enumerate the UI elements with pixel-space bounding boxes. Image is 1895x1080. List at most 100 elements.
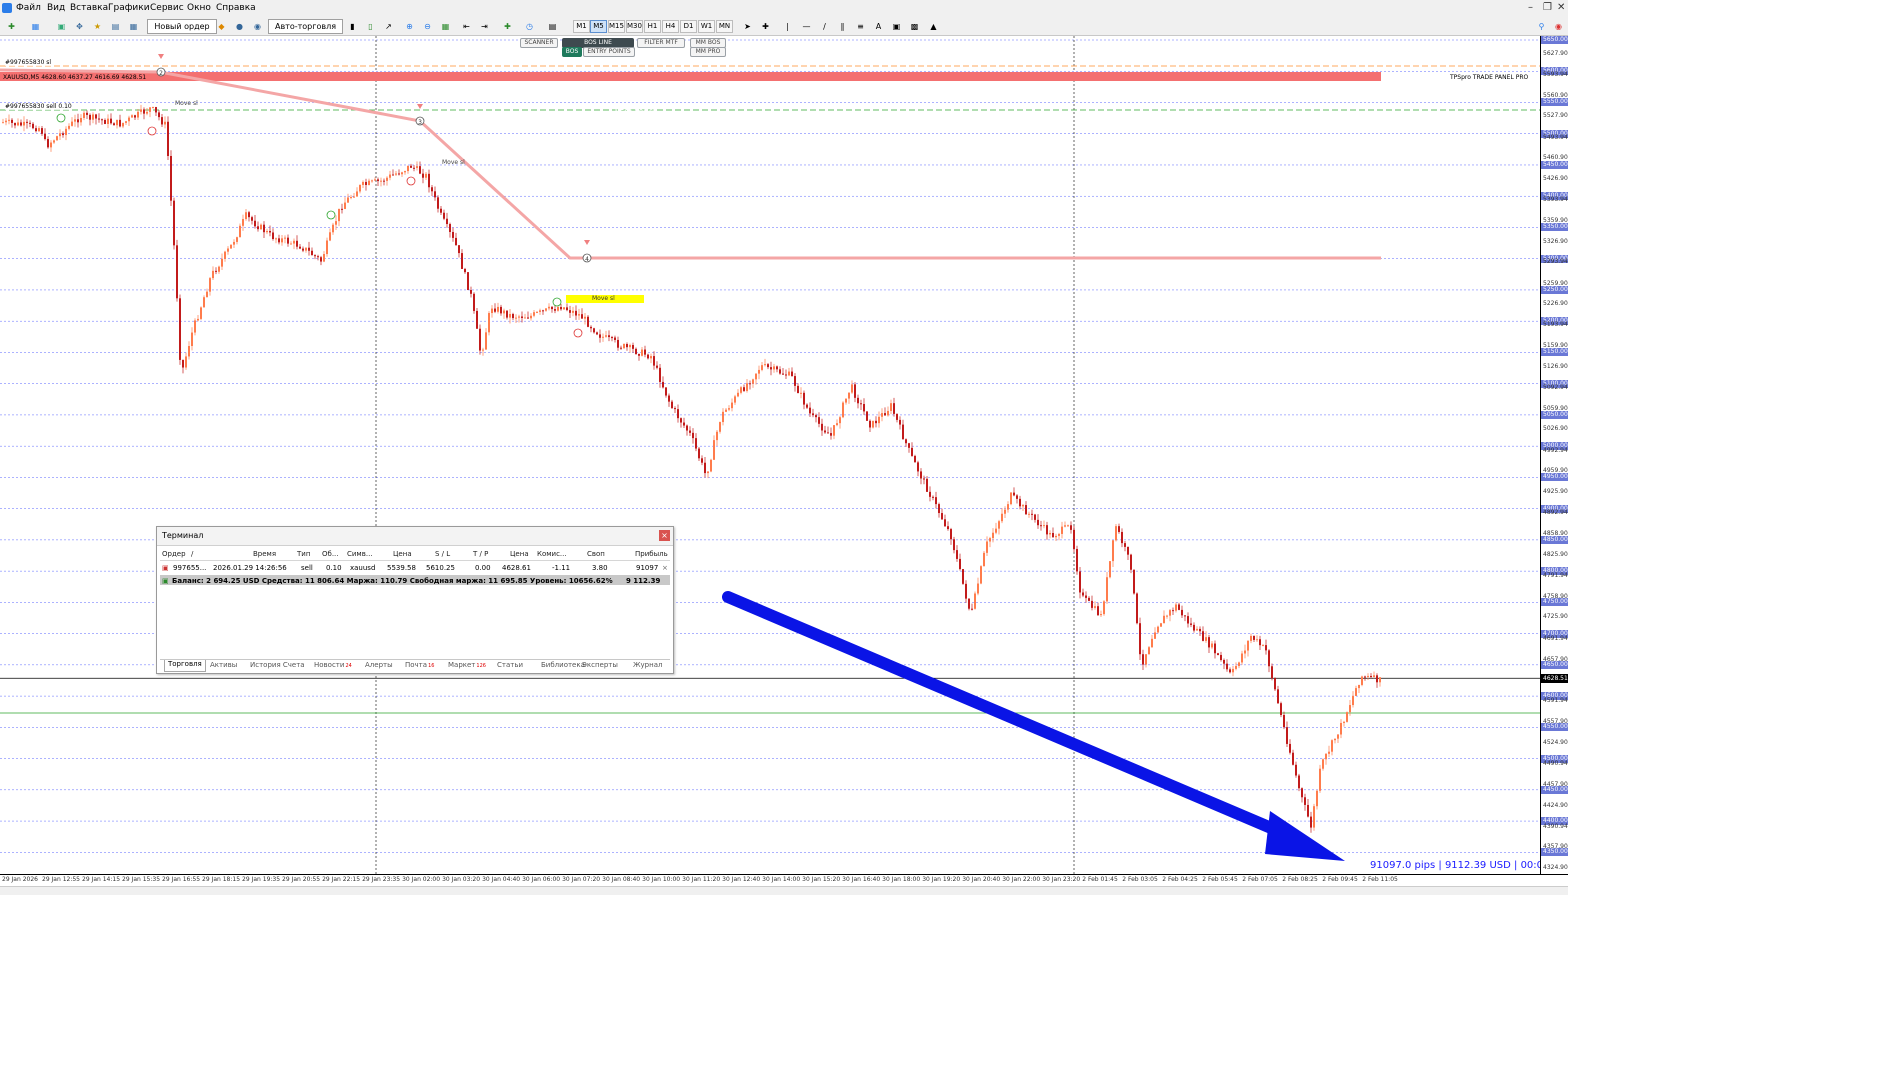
terminal-tab[interactable]: Статьи bbox=[497, 661, 523, 669]
terminal-tab[interactable]: Эксперты bbox=[582, 661, 618, 669]
data-window-icon[interactable]: ✥ bbox=[72, 19, 87, 34]
bos-button[interactable]: BOS bbox=[562, 47, 582, 57]
horizontal-line-icon[interactable]: — bbox=[799, 19, 814, 34]
filter-mtf-button[interactable]: FILTER MTF bbox=[637, 38, 685, 48]
timeframe-mn[interactable]: MN bbox=[716, 20, 733, 33]
move-sl-label-2[interactable]: Move sl bbox=[442, 159, 465, 166]
col-profit[interactable]: Прибыль bbox=[635, 550, 668, 558]
entry-points-button[interactable]: ENTRY POINTS bbox=[583, 47, 635, 57]
cursor-icon[interactable]: ➤ bbox=[740, 19, 755, 34]
menu-view[interactable]: Вид bbox=[47, 3, 65, 13]
search-icon[interactable]: ⚲ bbox=[1534, 19, 1549, 34]
col-current-price[interactable]: Цена bbox=[510, 550, 529, 558]
scanner-button[interactable]: SCANNER bbox=[520, 38, 558, 48]
col-commission[interactable]: Комис... bbox=[537, 550, 567, 558]
row-price[interactable]: 5539.58 bbox=[387, 564, 416, 572]
col-order[interactable]: Ордер bbox=[162, 550, 186, 558]
move-sl-label-3[interactable]: Move sl bbox=[566, 295, 644, 303]
market-watch-icon[interactable]: ▣ bbox=[54, 19, 69, 34]
metaeditor-icon[interactable]: ◆ bbox=[214, 19, 229, 34]
zoom-out-icon[interactable]: ⊖ bbox=[420, 19, 435, 34]
col-tp[interactable]: T / P bbox=[473, 550, 488, 558]
row-time[interactable]: 2026.01.29 14:26:56 bbox=[213, 564, 287, 572]
close-icon[interactable]: ✕ bbox=[1557, 2, 1565, 13]
line-chart-icon[interactable]: ↗ bbox=[381, 19, 396, 34]
terminal-tab[interactable]: Торговля bbox=[164, 660, 206, 672]
menu-file[interactable]: Файл bbox=[16, 3, 41, 13]
arrows-icon[interactable]: ▩ bbox=[907, 19, 922, 34]
fibonacci-icon[interactable]: ≡ bbox=[853, 19, 868, 34]
periods-icon[interactable]: ◷ bbox=[522, 19, 537, 34]
col-sort[interactable]: / bbox=[191, 550, 193, 558]
col-swap[interactable]: Своп bbox=[587, 550, 605, 558]
auto-trading-button[interactable]: Авто-торговля bbox=[268, 19, 343, 34]
signals-icon[interactable]: ● bbox=[232, 19, 247, 34]
sell-order-label[interactable]: #997655830 sell 0.10 bbox=[5, 103, 72, 110]
profiles-icon[interactable]: ▦ bbox=[28, 19, 43, 34]
terminal-close-icon[interactable]: × bbox=[659, 530, 670, 541]
terminal-tab[interactable]: Маркет126 bbox=[448, 661, 486, 669]
terminal-tab[interactable]: История Счета bbox=[250, 661, 305, 669]
vertical-line-icon[interactable]: | bbox=[780, 19, 795, 34]
terminal-toggle-icon[interactable]: ▤ bbox=[108, 19, 123, 34]
close-order-icon[interactable]: × bbox=[662, 564, 668, 572]
timeframe-m1[interactable]: M1 bbox=[573, 20, 590, 33]
candlestick-icon[interactable]: ▯ bbox=[363, 19, 378, 34]
col-time[interactable]: Время bbox=[253, 550, 276, 558]
price-chart[interactable]: 2 3 4 XAUUSD,M5 4628.60 4637.27 4616.69 46… bbox=[0, 36, 1540, 874]
indicators-icon[interactable]: ✚ bbox=[500, 19, 515, 34]
col-symbol[interactable]: Симв... bbox=[347, 550, 373, 558]
row-symbol[interactable]: xauusd bbox=[350, 564, 375, 572]
terminal-tab[interactable]: Алерты bbox=[365, 661, 393, 669]
timeframe-h4[interactable]: H4 bbox=[662, 20, 679, 33]
row-commission[interactable]: -1.11 bbox=[552, 564, 570, 572]
bar-chart-icon[interactable]: ▮ bbox=[345, 19, 360, 34]
terminal-tab[interactable]: Активы bbox=[210, 661, 237, 669]
restore-icon[interactable]: ❐ bbox=[1543, 2, 1552, 13]
text-label-icon[interactable]: ▣ bbox=[889, 19, 904, 34]
terminal-tab[interactable]: Библиотека bbox=[541, 661, 585, 669]
channel-icon[interactable]: ∥ bbox=[835, 19, 850, 34]
terminal-header[interactable]: Терминал × bbox=[157, 527, 673, 546]
mm-pro-button[interactable]: MM PRO bbox=[690, 47, 726, 57]
move-sl-label-1[interactable]: Move sl bbox=[175, 100, 198, 107]
terminal-tab[interactable]: Почта16 bbox=[405, 661, 434, 669]
menu-charts[interactable]: Графики bbox=[108, 3, 150, 13]
row-current-price[interactable]: 4628.61 bbox=[502, 564, 531, 572]
chart-shift-icon[interactable]: ⇥ bbox=[477, 19, 492, 34]
new-chart-icon[interactable]: ✚ bbox=[4, 19, 19, 34]
col-sl[interactable]: S / L bbox=[435, 550, 450, 558]
timeframe-d1[interactable]: D1 bbox=[680, 20, 697, 33]
row-swap[interactable]: 3.80 bbox=[592, 564, 608, 572]
col-type[interactable]: Тип bbox=[297, 550, 310, 558]
new-order-button[interactable]: Новый ордер bbox=[147, 19, 217, 34]
vps-icon[interactable]: ◉ bbox=[250, 19, 265, 34]
templates-icon[interactable]: ▤ bbox=[545, 19, 560, 34]
crosshair-icon[interactable]: ✚ bbox=[758, 19, 773, 34]
row-tp[interactable]: 0.00 bbox=[475, 564, 491, 572]
autoscroll-icon[interactable]: ⇤ bbox=[459, 19, 474, 34]
timeframe-m5[interactable]: M5 bbox=[590, 20, 607, 33]
menu-tools[interactable]: Сервис bbox=[150, 3, 184, 13]
row-profit[interactable]: 91097 bbox=[636, 564, 658, 572]
text-icon[interactable]: A bbox=[871, 19, 886, 34]
menu-window[interactable]: Окно bbox=[187, 3, 211, 13]
timeframe-m15[interactable]: M15 bbox=[608, 20, 625, 33]
terminal-tab[interactable]: Новости24 bbox=[314, 661, 352, 669]
tile-windows-icon[interactable]: ▦ bbox=[438, 19, 453, 34]
timeframe-m30[interactable]: M30 bbox=[626, 20, 643, 33]
timeframe-w1[interactable]: W1 bbox=[698, 20, 715, 33]
col-price[interactable]: Цена bbox=[393, 550, 412, 558]
zoom-in-icon[interactable]: ⊕ bbox=[402, 19, 417, 34]
trendline-icon[interactable]: ∕ bbox=[817, 19, 832, 34]
shapes-icon[interactable]: ▲ bbox=[926, 19, 941, 34]
row-type[interactable]: sell bbox=[301, 564, 313, 572]
menu-insert[interactable]: Вставка bbox=[70, 3, 108, 13]
tester-icon[interactable]: ▦ bbox=[126, 19, 141, 34]
row-volume[interactable]: 0.10 bbox=[326, 564, 342, 572]
minimize-icon[interactable]: – bbox=[1528, 2, 1533, 13]
sl-order-label[interactable]: #997655830 sl bbox=[5, 59, 52, 66]
row-sl[interactable]: 5610.25 bbox=[426, 564, 455, 572]
col-volume[interactable]: Об... bbox=[322, 550, 339, 558]
row-order[interactable]: 997655... bbox=[173, 564, 206, 572]
